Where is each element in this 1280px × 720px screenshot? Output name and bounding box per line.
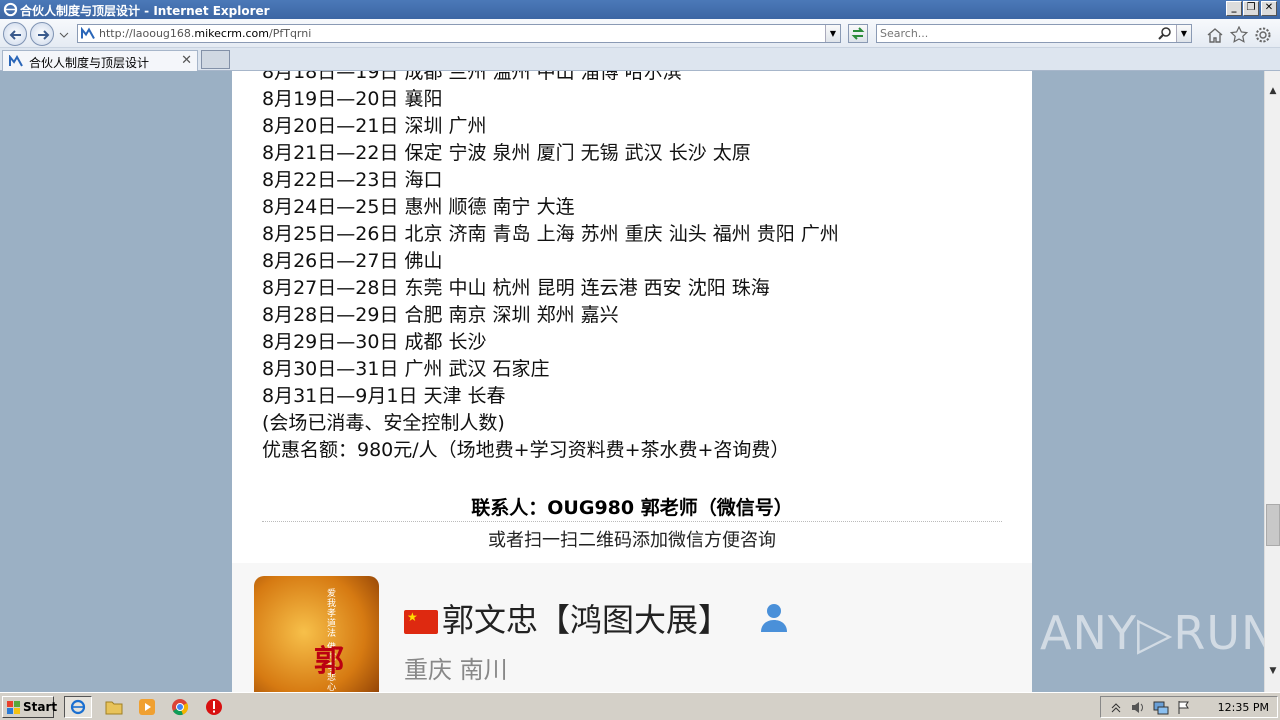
address-dropdown-icon[interactable]: ▼ <box>825 25 840 42</box>
divider <box>262 521 1002 522</box>
scroll-up-arrow-icon[interactable]: ▲ <box>1265 83 1280 99</box>
mikecrm-favicon-icon <box>81 27 95 39</box>
scan-instruction: 或者扫一扫二维码添加微信方便咨询 <box>488 530 776 551</box>
refresh-icon <box>851 27 865 40</box>
schedule-line: 8月25日—26日 北京 济南 青岛 上海 苏州 重庆 汕头 福州 贵阳 广州 <box>262 223 839 245</box>
schedule-line: 8月24日—25日 惠州 顺德 南宁 大连 <box>262 196 575 218</box>
profile-location: 重庆 南川 <box>404 656 508 684</box>
title-bar: 合伙人制度与顶层设计 - Internet Explorer _ ❐ ✕ <box>0 0 1280 19</box>
contact-heading: 联系人：OUG980 郭老师（微信号） <box>471 497 793 519</box>
url-domain: mikecrm.com <box>194 27 270 40</box>
schedule-line: 8月29日—30日 成都 长沙 <box>262 331 487 353</box>
home-icon[interactable] <box>1206 26 1224 44</box>
internet-explorer-icon <box>3 2 18 17</box>
settings-gear-icon[interactable] <box>1254 26 1272 44</box>
tab-close-icon[interactable]: ✕ <box>181 53 192 68</box>
windows-logo-icon <box>7 701 20 714</box>
scroll-down-arrow-icon[interactable]: ▼ <box>1265 663 1280 679</box>
search-box[interactable]: ▼ <box>876 24 1192 43</box>
ie-taskbar-icon <box>70 699 86 715</box>
taskbar: Start 12:35 PM <box>0 692 1280 720</box>
schedule-line: 8月19日—20日 襄阳 <box>262 88 443 110</box>
address-url[interactable]: http://laooug168.mikecrm.com/PfTqrni <box>99 27 311 40</box>
person-icon <box>761 604 787 632</box>
schedule-line: 8月30日—31日 广州 武汉 石家庄 <box>262 358 550 380</box>
schedule-line: 8月26日—27日 佛山 <box>262 250 443 272</box>
taskbar-ie-button[interactable] <box>64 696 92 718</box>
price-line: 优惠名额：980元/人（场地费+学习资料费+茶水费+咨询费） <box>262 439 790 461</box>
url-path: /PfTqrni <box>269 27 312 40</box>
window-title: 合伙人制度与顶层设计 - Internet Explorer <box>20 4 270 18</box>
action-center-flag-icon[interactable] <box>1177 700 1191 715</box>
explorer-folder-icon[interactable] <box>104 697 124 717</box>
vertical-scrollbar[interactable]: ▲ ▼ <box>1264 71 1280 692</box>
mikecrm-tab-favicon-icon <box>9 55 23 67</box>
profile-name: 郭文忠【鸿图大展】 <box>442 601 731 639</box>
chrome-icon[interactable] <box>170 697 190 717</box>
url-prefix: http://laooug168. <box>99 27 195 40</box>
favorites-star-icon[interactable] <box>1230 26 1248 44</box>
clock[interactable]: 12:35 PM <box>1218 701 1269 714</box>
close-window-button[interactable]: ✕ <box>1261 1 1277 16</box>
history-dropdown-icon[interactable] <box>59 32 69 38</box>
search-input[interactable] <box>880 26 1150 41</box>
schedule-line: 8月31日—9月1日 天津 长春 <box>262 385 506 407</box>
schedule-line: 8月27日—28日 东莞 中山 杭州 昆明 连云港 西安 沈阳 珠海 <box>262 277 770 299</box>
system-tray: 12:35 PM <box>1100 696 1278 718</box>
china-flag-icon <box>404 610 438 634</box>
network-icon[interactable] <box>1153 700 1169 715</box>
tray-expand-icon[interactable] <box>1111 701 1121 713</box>
safety-note: (会场已消毒、安全控制人数) <box>262 412 505 434</box>
address-bar[interactable]: http://laooug168.mikecrm.com/PfTqrni ▼ <box>77 24 841 43</box>
tab-active[interactable]: 合伙人制度与顶层设计 ✕ <box>2 50 198 71</box>
tab-label: 合伙人制度与顶层设计 <box>29 56 150 70</box>
start-label: Start <box>23 700 58 714</box>
profile-photo: 爱我孝道法 佛陀孝悲心 郭 <box>254 576 379 692</box>
tab-bar: 合伙人制度与顶层设计 ✕ <box>0 48 1280 71</box>
anyrun-watermark: ANY▷RUN <box>1040 606 1264 660</box>
schedule-line: 8月20日—21日 深圳 广州 <box>262 115 487 137</box>
forward-arrow-icon <box>38 30 50 40</box>
wechat-profile-card: 爱我孝道法 佛陀孝悲心 郭 郭文忠【鸿图大展】 重庆 南川 <box>232 563 1032 692</box>
back-button[interactable] <box>3 22 27 46</box>
start-button[interactable]: Start <box>2 696 58 718</box>
photo-character: 郭 <box>314 644 344 679</box>
profile-name-row: 郭文忠【鸿图大展】 <box>404 595 730 641</box>
media-player-icon[interactable] <box>137 697 157 717</box>
refresh-button[interactable] <box>848 24 868 43</box>
schedule-line: 8月28日—29日 合肥 南京 深圳 郑州 嘉兴 <box>262 304 619 326</box>
page-body: 8月18日—19日 成都 兰州 温州 中山 淄博 哈尔滨 8月19日—20日 襄… <box>232 71 1032 692</box>
scrollbar-thumb[interactable] <box>1266 504 1280 546</box>
page-viewport: 8月18日—19日 成都 兰州 温州 中山 淄博 哈尔滨 8月19日—20日 襄… <box>0 71 1264 692</box>
volume-icon[interactable] <box>1131 700 1145 715</box>
search-dropdown-icon[interactable]: ▼ <box>1176 25 1191 42</box>
schedule-line: 8月22日—23日 海口 <box>262 169 443 191</box>
minimize-button[interactable]: _ <box>1226 1 1242 16</box>
new-tab-button[interactable] <box>201 50 230 69</box>
navigation-bar: http://laooug168.mikecrm.com/PfTqrni ▼ ▼ <box>0 19 1280 48</box>
stop-warning-icon[interactable] <box>204 697 224 717</box>
forward-button[interactable] <box>30 22 54 46</box>
schedule-line: 8月21日—22日 保定 宁波 泉州 厦门 无锡 武汉 长沙 太原 <box>262 142 751 164</box>
back-arrow-icon <box>9 30 21 40</box>
schedule-list: 8月18日—19日 成都 兰州 温州 中山 淄博 哈尔滨 8月19日—20日 襄… <box>262 71 1002 464</box>
restore-button[interactable]: ❐ <box>1243 1 1259 16</box>
search-icon[interactable] <box>1157 26 1173 42</box>
schedule-line: 8月18日—19日 成都 兰州 温州 中山 淄博 哈尔滨 <box>262 71 682 83</box>
